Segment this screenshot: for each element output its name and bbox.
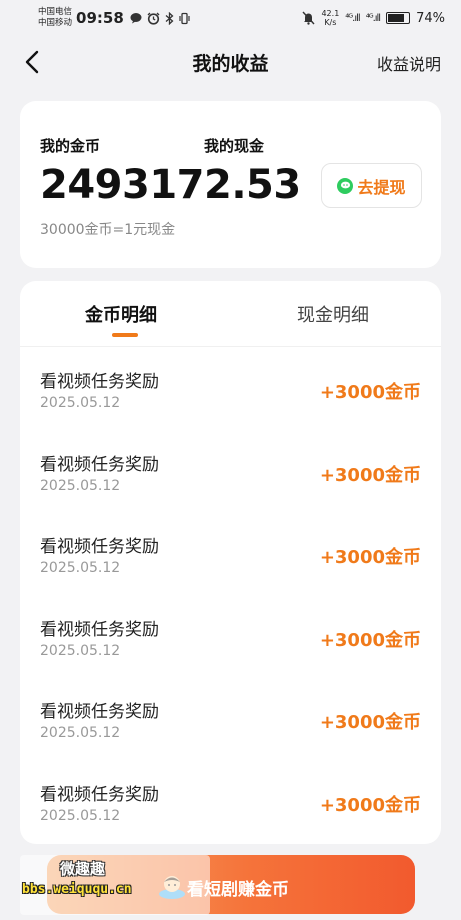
cash-label: 我的现金 (204, 137, 265, 155)
cash-balance: 我的现金 2.53 (204, 135, 301, 208)
battery-percent: 74% (416, 10, 445, 26)
list-item: 看视频任务奖励 2025.05.12 +3000金币 (20, 760, 441, 843)
nav-bar: 我的收益 收益说明 (0, 38, 461, 86)
record-date: 2025.05.12 (40, 395, 121, 411)
coin-value: 249317 (40, 162, 205, 208)
record-amount: +3000金币 (319, 712, 421, 733)
record-date: 2025.05.12 (40, 725, 121, 741)
coin-balance: 我的金币 249317 (40, 135, 205, 208)
carrier-info: 中国电信 中国移动 (38, 7, 72, 29)
record-date: 2025.05.12 (40, 642, 121, 659)
active-tab-indicator (112, 333, 138, 337)
earnings-info-link[interactable]: 收益说明 (377, 51, 441, 75)
record-title: 看视频任务奖励 (40, 702, 159, 722)
battery-icon (386, 12, 411, 24)
record-amount: +3000金币 (319, 547, 421, 568)
message-icon (130, 13, 142, 24)
net-speed-value: 42.1 (321, 9, 340, 18)
clock: 09:58 (76, 9, 124, 27)
record-date: 2025.05.12 (40, 807, 121, 824)
withdraw-label: 去提现 (357, 177, 406, 197)
record-amount: +3000金币 (319, 382, 421, 403)
net-speed: 42.1 K/s (321, 9, 339, 27)
record-title: 看视频任务奖励 (40, 454, 159, 475)
record-title: 看视频任务奖励 (40, 372, 159, 392)
watermark-url: bbs.weiququ.cn (22, 882, 132, 897)
record-title: 看视频任务奖励 (40, 537, 159, 557)
cash-value: 2.53 (204, 162, 301, 208)
status-bar: 中国电信 中国移动 09:58 42.1 K/s ⁴ᴳ.ıll ⁴ᴳ.ıll 7… (0, 0, 461, 36)
tab-coin-details[interactable]: 金币明细 (85, 301, 157, 327)
record-date: 2025.05.12 (40, 477, 121, 494)
mute-notification-icon (302, 11, 315, 25)
signal-2-icon: ⁴ᴳ.ıll (365, 12, 381, 24)
back-button[interactable] (16, 46, 48, 78)
watermark-title: 微趣趣 (60, 860, 106, 878)
exchange-rate-text: 30000金币=1元现金 (40, 222, 176, 238)
carrier-1: 中国电信 (38, 7, 73, 17)
record-amount: +3000金币 (319, 794, 421, 816)
list-item: 看视频任务奖励 2025.05.12 +3000金币 (20, 347, 441, 430)
net-speed-unit: K/s (324, 18, 337, 27)
record-date: 2025.05.12 (40, 560, 121, 576)
record-title: 看视频任务奖励 (40, 784, 159, 805)
record-amount: +3000金币 (319, 629, 421, 651)
transaction-list-card: 金币明细 现金明细 看视频任务奖励 2025.05.12 +3000金币 看视频… (20, 281, 441, 844)
record-amount: +3000金币 (319, 464, 421, 486)
vibrate-icon (179, 12, 190, 24)
list-item: 看视频任务奖励 2025.05.12 +3000金币 (20, 677, 441, 760)
tab-cash-details[interactable]: 现金明细 (297, 301, 369, 327)
wechat-pay-icon (337, 177, 354, 194)
tab-bar: 金币明细 现金明细 (20, 281, 441, 347)
withdraw-button[interactable]: 去提现 (321, 163, 422, 208)
list-item: 看视频任务奖励 2025.05.12 +3000金币 (20, 512, 441, 595)
list-item: 看视频任务奖励 2025.05.12 +3000金币 (20, 595, 441, 678)
site-watermark: 微趣趣 bbs.weiququ.cn (20, 855, 210, 915)
chevron-left-icon (25, 50, 39, 74)
bluetooth-icon (165, 11, 174, 25)
page-title: 我的收益 (192, 52, 269, 75)
record-title: 看视频任务奖励 (40, 619, 159, 640)
alarm-icon (147, 12, 160, 25)
record-list: 看视频任务奖励 2025.05.12 +3000金币 看视频任务奖励 2025.… (20, 347, 441, 842)
coin-label: 我的金币 (40, 137, 101, 155)
carrier-2: 中国移动 (38, 18, 73, 28)
signal-1-icon: ⁴ᴳ.ıll (345, 12, 360, 24)
list-item: 看视频任务奖励 2025.05.12 +3000金币 (20, 430, 441, 513)
balance-card: 我的金币 249317 我的现金 2.53 30000金币=1元现金 去提现 (20, 101, 441, 268)
